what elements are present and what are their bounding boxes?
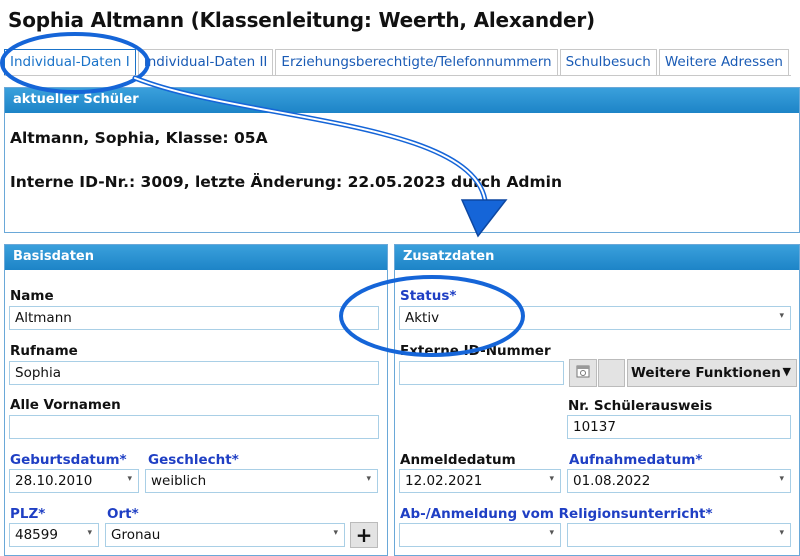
rufname-label: Rufname [10, 343, 78, 359]
externe-id-label: Externe ID-Nummer [400, 343, 551, 359]
ort-value: Gronau [111, 527, 161, 543]
geschlecht-label: Geschlecht* [148, 452, 239, 468]
current-student-panel: aktueller Schüler Altmann, Sophia, Klass… [4, 87, 800, 233]
calendar-button[interactable] [569, 359, 597, 387]
religion-abmeldung-select[interactable]: ▾ [399, 523, 561, 547]
plz-value: 48599 [15, 527, 58, 543]
calendar-icon [576, 365, 590, 382]
chevron-down-icon[interactable]: ▾ [779, 311, 784, 321]
zusatzdaten-header: Zusatzdaten [395, 245, 799, 270]
plz-label: PLZ* [10, 506, 46, 522]
weitere-funktionen-button[interactable]: Weitere Funktionen ▼ [627, 359, 797, 387]
ort-label: Ort* [107, 506, 139, 522]
current-student-id: Interne ID-Nr.: 3009, letzte Änderung: 2… [10, 173, 563, 191]
chevron-down-icon[interactable]: ▾ [549, 474, 554, 484]
geburtsdatum-field[interactable]: 28.10.2010 ▾ [9, 469, 139, 493]
rufname-field[interactable]: Sophia [9, 361, 379, 385]
geburtsdatum-label: Geburtsdatum* [10, 452, 127, 468]
chevron-down-icon[interactable]: ▾ [549, 528, 554, 538]
tab-individual-daten-2[interactable]: Individual-Daten II [137, 49, 274, 75]
anmeldedatum-label: Anmeldedatum [400, 452, 516, 468]
tab-weitere-adressen[interactable]: Weitere Adressen [658, 49, 789, 75]
chevron-down-icon: ▼ [782, 365, 791, 378]
tab-schulbesuch[interactable]: Schulbesuch [559, 49, 657, 75]
name-field[interactable]: Altmann [9, 306, 379, 330]
geschlecht-value: weiblich [151, 473, 207, 489]
weitere-funktionen-label: Weitere Funktionen [631, 365, 781, 381]
geschlecht-select[interactable]: weiblich ▾ [145, 469, 378, 493]
chevron-down-icon[interactable]: ▾ [87, 528, 92, 538]
aufnahmedatum-field[interactable]: 01.08.2022 ▾ [567, 469, 791, 493]
externe-id-field[interactable] [399, 361, 564, 385]
status-select[interactable]: Aktiv ▾ [399, 306, 791, 330]
tab-bar: Individual-Daten I Individual-Daten II E… [4, 49, 791, 76]
anmeldedatum-field[interactable]: 12.02.2021 ▾ [399, 469, 561, 493]
page-title: Sophia Altmann (Klassenleitung: Weerth, … [8, 8, 595, 32]
status-label: Status* [400, 288, 457, 304]
chevron-down-icon[interactable]: ▾ [779, 528, 784, 538]
schuelerausweis-field[interactable]: 10137 [567, 415, 791, 439]
chevron-down-icon[interactable]: ▾ [333, 528, 338, 538]
vornamen-field[interactable] [9, 415, 379, 439]
anmeldedatum-value: 12.02.2021 [405, 473, 483, 489]
aufnahmedatum-value: 01.08.2022 [573, 473, 651, 489]
aufnahmedatum-label: Aufnahmedatum* [569, 452, 703, 468]
plz-select[interactable]: 48599 ▾ [9, 523, 99, 547]
geburtsdatum-value: 28.10.2010 [15, 473, 93, 489]
religion-label: Ab-/Anmeldung vom Religionsunterricht* [400, 506, 713, 522]
current-student-header: aktueller Schüler [5, 88, 799, 113]
name-label: Name [10, 288, 54, 304]
status-value: Aktiv [405, 310, 440, 326]
religion-anmeldung-select[interactable]: ▾ [567, 523, 791, 547]
ort-select[interactable]: Gronau ▾ [105, 523, 345, 547]
basisdaten-header: Basisdaten [5, 245, 387, 270]
tab-erziehungsberechtigte[interactable]: Erziehungsberechtigte/Telefonnummern [275, 49, 558, 75]
schuelerausweis-label: Nr. Schülerausweis [568, 398, 713, 414]
chevron-down-icon[interactable]: ▾ [779, 474, 784, 484]
add-ort-button[interactable]: + [350, 522, 378, 548]
blank-button[interactable] [598, 359, 625, 387]
current-student-info: Altmann, Sophia, Klasse: 05A [10, 129, 268, 147]
chevron-down-icon[interactable]: ▾ [127, 474, 132, 484]
vornamen-label: Alle Vornamen [10, 397, 121, 413]
chevron-down-icon[interactable]: ▾ [366, 474, 371, 484]
tab-individual-daten-1[interactable]: Individual-Daten I [4, 49, 136, 75]
